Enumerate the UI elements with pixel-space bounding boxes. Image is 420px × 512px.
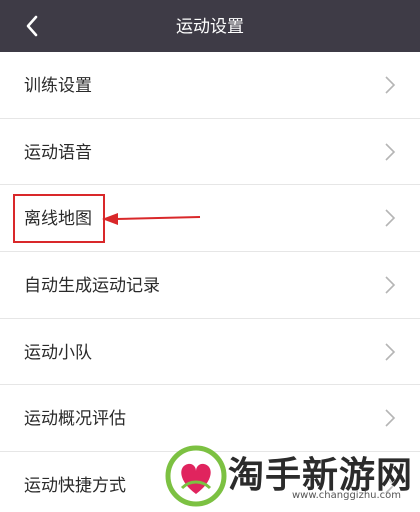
settings-item-team[interactable]: 运动小队 xyxy=(0,318,420,386)
chevron-right-icon xyxy=(385,76,396,94)
watermark-logo-icon xyxy=(165,445,227,507)
page: 运动设置 训练设置 运动语音 离线地图 自动生成运动记录 运动小队 运动概况评估… xyxy=(0,0,420,512)
chevron-right-icon xyxy=(385,209,396,227)
settings-item-label: 运动语音 xyxy=(24,142,92,163)
annotation-arrow-icon xyxy=(102,213,201,225)
settings-item-label: 运动小队 xyxy=(24,342,92,363)
highlight-box xyxy=(13,194,105,243)
chevron-right-icon xyxy=(385,409,396,428)
watermark-url: www.changgizhu.com xyxy=(292,490,402,501)
app-bar: 运动设置 xyxy=(0,0,420,52)
chevron-right-icon xyxy=(385,343,396,361)
settings-item-label: 训练设置 xyxy=(24,76,92,96)
page-title: 运动设置 xyxy=(176,17,244,37)
chevron-right-icon xyxy=(385,276,396,294)
settings-item-auto-record[interactable]: 自动生成运动记录 xyxy=(0,252,420,319)
settings-item-voice[interactable]: 运动语音 xyxy=(0,118,420,186)
settings-item-label: 自动生成运动记录 xyxy=(24,276,160,297)
watermark: 淘手新游网 www.changgizhu.com xyxy=(164,440,420,512)
settings-item-label: 运动概况评估 xyxy=(24,409,126,430)
settings-item-training[interactable]: 训练设置 xyxy=(0,52,420,119)
chevron-right-icon xyxy=(385,143,396,161)
settings-item-label: 运动快捷方式 xyxy=(24,476,126,497)
